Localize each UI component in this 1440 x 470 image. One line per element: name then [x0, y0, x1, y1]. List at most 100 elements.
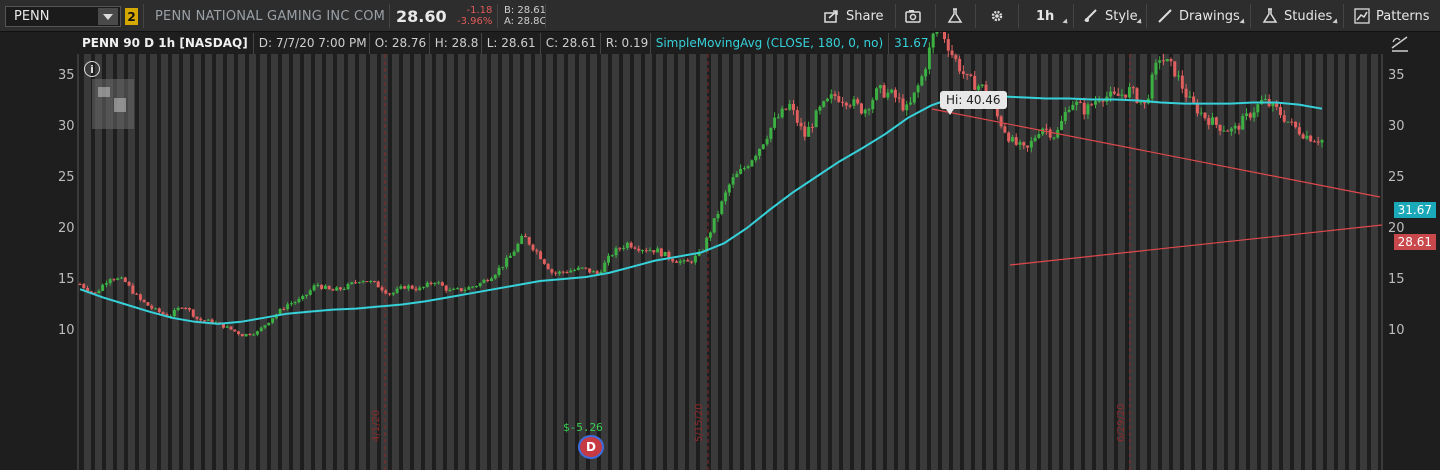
candle-body [569, 270, 573, 273]
settings-button[interactable] [989, 6, 1005, 26]
candle-body [905, 104, 909, 111]
toolbar-divider [1073, 4, 1074, 28]
symbol-input[interactable]: PENN [6, 9, 98, 24]
candle-body [1256, 104, 1260, 113]
last-price: 28.60 [396, 7, 447, 26]
session-stripe [755, 54, 762, 470]
candle-body [271, 318, 275, 323]
session-stripe [1217, 54, 1224, 470]
drawings-button[interactable]: Drawings [1157, 6, 1240, 26]
candle-body [1124, 94, 1128, 98]
candle-body [1320, 140, 1324, 143]
candle-body [1203, 112, 1207, 119]
price-chart[interactable]: 4/1/20 5/15/20 6/29/20 10 1015 1520 2025 2530 3… [0, 32, 1440, 470]
candle-body [712, 218, 716, 233]
candle-body [1127, 87, 1131, 98]
session-stripe [1074, 54, 1081, 470]
candle-body [773, 117, 777, 128]
candle-body [1301, 134, 1305, 139]
candle-body [1229, 128, 1233, 132]
candle-body [1226, 130, 1230, 132]
session-stripe [260, 54, 267, 470]
candle-body [97, 290, 101, 294]
candle-body [852, 99, 856, 106]
candle-body [946, 39, 950, 51]
candle-body [633, 247, 637, 249]
session-stripe [788, 54, 795, 470]
candle-body [346, 283, 350, 290]
session-stripe [249, 54, 256, 470]
candle-body [440, 282, 444, 286]
candle-body [240, 334, 244, 337]
candle-body [935, 32, 939, 34]
session-stripe [348, 54, 355, 470]
candle-body [301, 296, 305, 300]
style-button[interactable]: Style [1083, 6, 1138, 26]
candle-body [803, 126, 807, 137]
candle-body [799, 122, 803, 127]
candle-body [474, 286, 478, 288]
snapshot-button[interactable] [905, 6, 923, 26]
chevron-down-icon[interactable] [98, 8, 118, 25]
candle-body [890, 89, 894, 93]
candle-body [686, 260, 690, 262]
y-tick-right: 30 [1388, 119, 1405, 134]
flask-button[interactable] [947, 6, 963, 26]
candle-body [916, 85, 920, 93]
candle-body [818, 106, 822, 111]
info-icon[interactable]: i [84, 61, 100, 77]
drawings-caret-icon [1239, 18, 1247, 26]
candle-body [859, 103, 863, 114]
candle-body [618, 248, 622, 250]
pencil-icon [1158, 9, 1172, 23]
candle-body [961, 71, 965, 74]
candle-body [259, 327, 263, 332]
candle-body [297, 299, 301, 303]
candle-body [1075, 101, 1079, 105]
candle-body [429, 282, 433, 285]
candle-body [1278, 106, 1282, 116]
session-stripe [1162, 54, 1169, 470]
candle-body [512, 251, 516, 256]
candle-body [550, 269, 554, 273]
toolbar-divider [545, 4, 546, 28]
candle-body [448, 289, 452, 291]
toolbar-divider [389, 4, 390, 28]
candle-body [365, 281, 369, 283]
share-button[interactable]: Share [824, 6, 884, 26]
candle-body [886, 92, 890, 98]
candle-body [897, 97, 901, 99]
session-stripe [1371, 54, 1378, 470]
candle-body [414, 288, 418, 291]
session-stripe [293, 54, 300, 470]
candle-body [286, 304, 290, 310]
session-stripe [150, 54, 157, 470]
candle-body [1188, 96, 1192, 98]
session-stripe [227, 54, 234, 470]
session-stripe [469, 54, 476, 470]
patterns-button[interactable]: Patterns [1354, 6, 1430, 26]
session-stripe [975, 54, 982, 470]
candle-body [958, 58, 962, 72]
interval-button[interactable]: 1h [1036, 6, 1054, 26]
gear-icon [991, 10, 1003, 22]
studies-button[interactable]: Studies [1262, 6, 1332, 26]
link-group-badge[interactable]: 2 [125, 8, 138, 25]
session-stripe [843, 54, 850, 470]
candle-body [459, 288, 463, 291]
candle-body [176, 307, 180, 311]
dividend-icon[interactable]: D [578, 435, 604, 459]
net-change: -1.18 [466, 5, 493, 16]
studies-label: Studies [1284, 8, 1333, 24]
candle-body [527, 237, 531, 245]
symbol-selector[interactable]: PENN [5, 6, 121, 27]
toolbar-divider [935, 4, 936, 28]
candle-body [1199, 112, 1203, 114]
session-stripe [139, 54, 146, 470]
candle-body [1165, 59, 1169, 62]
date-marker-label: 6/29/20 [1116, 403, 1127, 442]
candle-body [1120, 94, 1124, 96]
session-stripe [1052, 54, 1059, 470]
session-stripe [744, 54, 751, 470]
candle-body [542, 259, 546, 264]
